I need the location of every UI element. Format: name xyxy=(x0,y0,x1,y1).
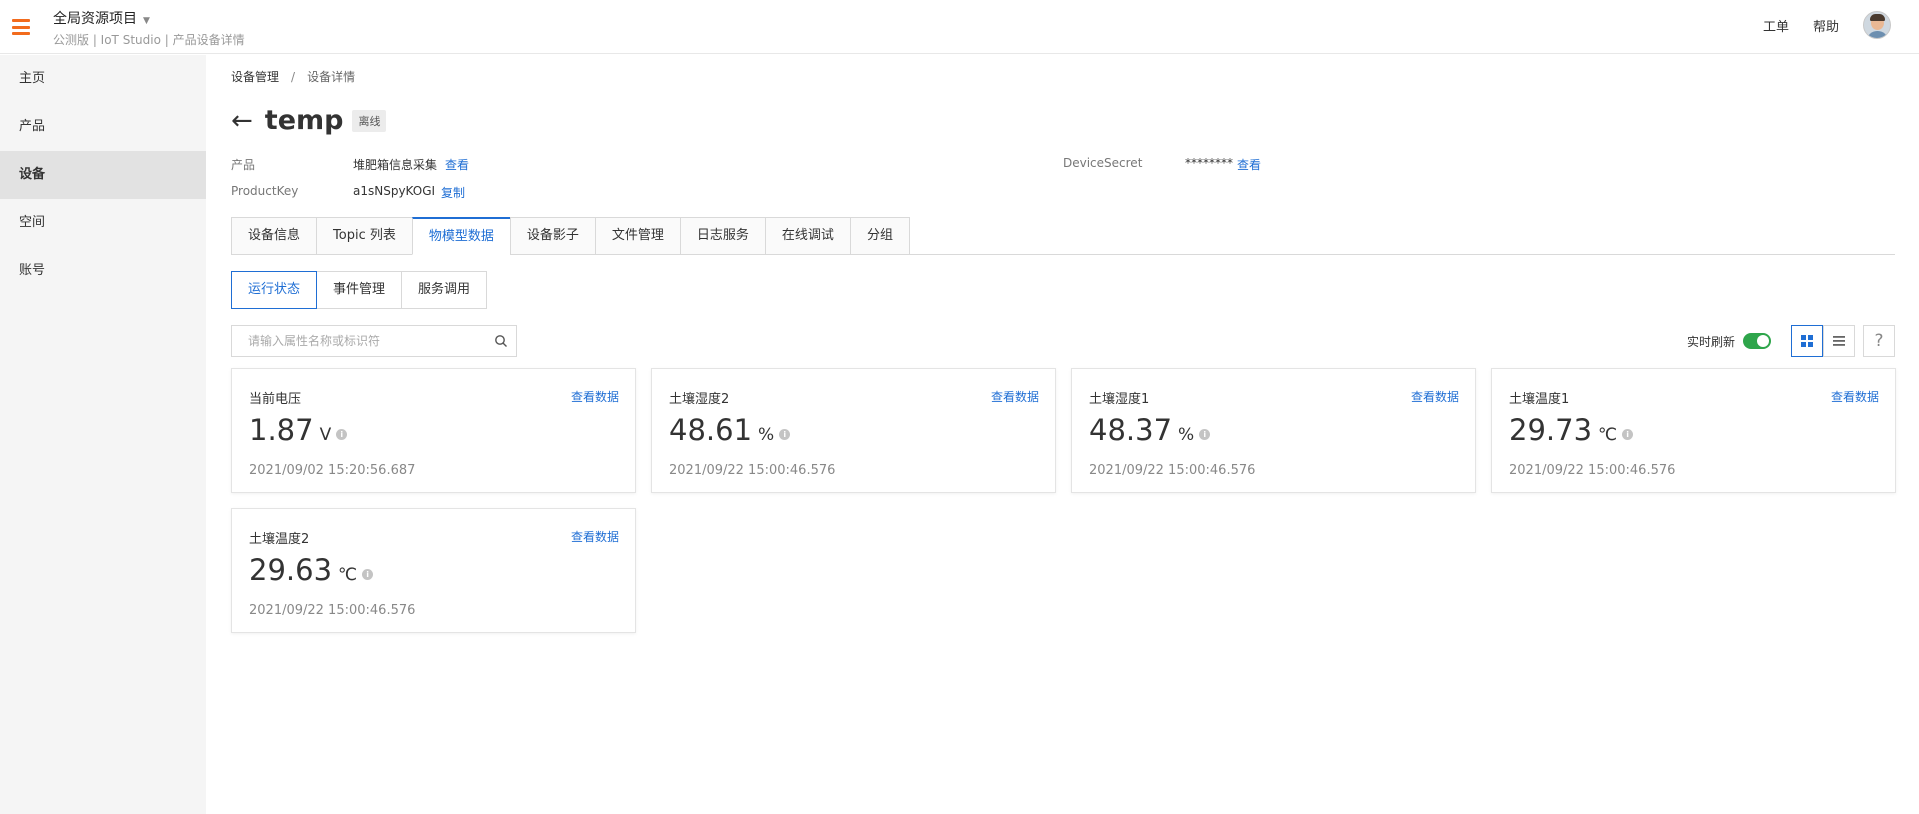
product-label: 产品 xyxy=(231,158,256,172)
productkey-value: a1sNSpyKOGI xyxy=(353,184,436,198)
menu-icon[interactable] xyxy=(12,19,30,35)
tab-topic-list[interactable]: Topic 列表 xyxy=(316,217,412,255)
property-name: 土壤温度2 xyxy=(249,532,310,547)
view-data-link[interactable]: 查看数据 xyxy=(571,388,619,405)
search-input[interactable] xyxy=(232,326,482,356)
info-icon[interactable]: i xyxy=(1622,429,1634,440)
property-timestamp: 2021/09/22 15:00:46.576 xyxy=(669,463,836,478)
property-value: 29.63 xyxy=(249,553,333,587)
list-icon xyxy=(1833,336,1845,346)
grid-view-button[interactable] xyxy=(1791,325,1823,357)
productkey-copy-link[interactable]: 复制 xyxy=(441,184,465,201)
sidebar: 主页 产品 设备 空间 账号 xyxy=(0,55,206,814)
ticket-link[interactable]: 工单 xyxy=(1763,16,1789,35)
view-data-link[interactable]: 查看数据 xyxy=(1831,388,1879,405)
breadcrumb: 设备管理 / 设备详情 xyxy=(231,68,355,85)
property-name: 土壤湿度1 xyxy=(1089,392,1150,407)
view-data-link[interactable]: 查看数据 xyxy=(571,528,619,545)
search-box xyxy=(231,325,517,357)
tab-device-info[interactable]: 设备信息 xyxy=(231,217,317,255)
property-card: 土壤温度1 查看数据 29.73 ℃ i 2021/09/22 15:00:46.5… xyxy=(1491,368,1896,493)
devicesecret-label: DeviceSecret xyxy=(1063,156,1143,170)
sidebar-item-product[interactable]: 产品 xyxy=(0,103,206,151)
property-value: 48.61 xyxy=(669,413,753,447)
view-data-link[interactable]: 查看数据 xyxy=(991,388,1039,405)
back-arrow-icon[interactable]: ← xyxy=(231,108,253,134)
breadcrumb-separator: / xyxy=(291,70,296,84)
status-badge: 离线 xyxy=(352,109,387,132)
property-card: 土壤湿度1 查看数据 48.37% i 2021/09/22 15:00:46.5… xyxy=(1071,368,1476,493)
info-icon[interactable]: i xyxy=(336,429,348,440)
property-card: 当前电压 查看数据 1.87 Vi 2021/09/02 15:20:56.687 xyxy=(231,368,636,493)
breadcrumb-current: 设备详情 xyxy=(307,70,356,84)
property-unit: ℃ xyxy=(1598,425,1618,445)
property-timestamp: 2021/09/02 15:20:56.687 xyxy=(249,463,416,478)
realtime-refresh-label: 实时刷新 xyxy=(1686,334,1735,349)
tab-thing-model-data[interactable]: 物模型数据 xyxy=(411,217,510,255)
sidebar-item-space[interactable]: 空间 xyxy=(0,199,206,247)
property-timestamp: 2021/09/22 15:00:46.576 xyxy=(1509,463,1676,478)
subtab-running-status[interactable]: 运行状态 xyxy=(231,271,318,309)
project-switcher[interactable]: 全局资源项目 ▼ xyxy=(53,8,150,28)
subtab-event-management[interactable]: 事件管理 xyxy=(317,271,403,309)
project-title: 全局资源项目 xyxy=(53,11,137,27)
subtab-service-invocation[interactable]: 服务调用 xyxy=(402,271,488,309)
devicesecret-value: ******** xyxy=(1185,156,1233,170)
info-icon[interactable]: i xyxy=(362,569,374,580)
sidebar-item-account[interactable]: 账号 xyxy=(0,247,206,295)
page-title: temp xyxy=(264,105,344,136)
list-view-button[interactable] xyxy=(1823,325,1855,357)
property-unit: V xyxy=(319,425,332,445)
breadcrumb-parent[interactable]: 设备管理 xyxy=(231,70,279,84)
grid-icon xyxy=(1801,335,1813,347)
product-value: 堆肥箱信息采集 xyxy=(353,158,438,172)
productkey-label: ProductKey xyxy=(231,184,299,198)
help-question-icon[interactable]: ? xyxy=(1863,325,1895,357)
property-name: 土壤温度1 xyxy=(1509,392,1570,407)
property-unit: % xyxy=(758,425,775,445)
property-value: 29.73 xyxy=(1509,413,1593,447)
tab-device-shadow[interactable]: 设备影子 xyxy=(509,217,595,255)
property-unit: % xyxy=(1178,425,1195,445)
avatar[interactable] xyxy=(1863,11,1891,39)
property-value: 1.87 xyxy=(249,413,314,447)
top-bar: 全局资源项目 ▼ 公测版 | IoT Studio | 产品设备详情 工单 帮助 xyxy=(0,0,1919,54)
property-name: 当前电压 xyxy=(249,392,302,407)
property-timestamp: 2021/09/22 15:00:46.576 xyxy=(249,603,416,618)
tab-log-service[interactable]: 日志服务 xyxy=(679,217,765,255)
info-icon[interactable]: i xyxy=(779,429,791,440)
property-card: 土壤湿度2 查看数据 48.61% i 2021/09/22 15:00:46.5… xyxy=(651,368,1056,493)
help-link[interactable]: 帮助 xyxy=(1813,16,1839,35)
info-icon[interactable]: i xyxy=(1199,429,1211,440)
product-view-link[interactable]: 查看 xyxy=(445,156,469,173)
caret-down-icon: ▼ xyxy=(143,16,150,26)
property-name: 土壤湿度2 xyxy=(669,392,730,407)
property-value: 48.37 xyxy=(1089,413,1173,447)
project-subtitle: 公测版 | IoT Studio | 产品设备详情 xyxy=(53,33,245,47)
subtab-bar: 运行状态 事件管理 服务调用 xyxy=(231,271,488,309)
sidebar-item-device[interactable]: 设备 xyxy=(0,151,206,199)
realtime-refresh-toggle[interactable] xyxy=(1743,333,1771,349)
search-icon[interactable] xyxy=(494,334,508,348)
property-timestamp: 2021/09/22 15:00:46.576 xyxy=(1089,463,1256,478)
view-data-link[interactable]: 查看数据 xyxy=(1411,388,1459,405)
tab-group[interactable]: 分组 xyxy=(849,217,910,255)
property-unit: ℃ xyxy=(338,565,358,585)
tab-online-debug[interactable]: 在线调试 xyxy=(764,217,850,255)
property-card: 土壤温度2 查看数据 29.63 ℃ i 2021/09/22 15:00:46.5… xyxy=(231,508,636,633)
sidebar-item-home[interactable]: 主页 xyxy=(0,55,206,103)
devicesecret-view-link[interactable]: 查看 xyxy=(1237,156,1261,173)
tab-bar: 设备信息 Topic 列表 物模型数据 设备影子 文件管理 日志服务 在线调试 … xyxy=(231,217,1895,255)
tab-file-management[interactable]: 文件管理 xyxy=(594,217,680,255)
